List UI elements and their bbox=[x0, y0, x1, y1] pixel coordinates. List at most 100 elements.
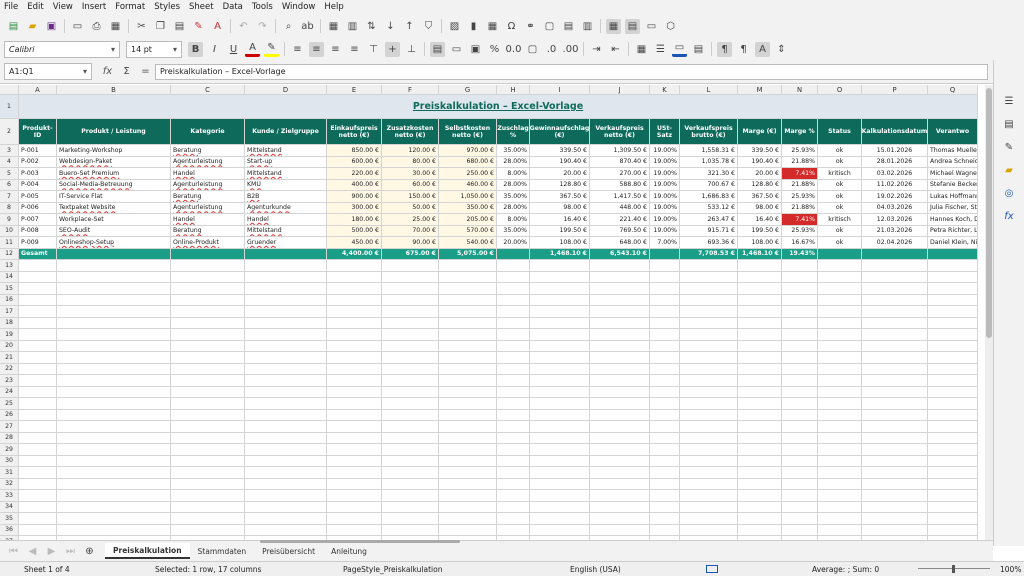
empty-cell[interactable] bbox=[382, 260, 439, 272]
row-header[interactable]: 32 bbox=[0, 478, 19, 490]
empty-cell[interactable] bbox=[928, 340, 978, 352]
table-cell[interactable]: 350.00 € bbox=[439, 202, 497, 214]
column-header[interactable]: G bbox=[439, 85, 497, 95]
menu-item-file[interactable]: File bbox=[4, 2, 18, 12]
empty-cell[interactable] bbox=[245, 444, 327, 456]
empty-cell[interactable] bbox=[171, 375, 245, 387]
empty-cell[interactable] bbox=[738, 260, 782, 272]
table-cell[interactable]: Social-Media-Betreuung bbox=[57, 179, 171, 191]
empty-cell[interactable] bbox=[862, 352, 928, 364]
empty-cell[interactable] bbox=[327, 340, 382, 352]
empty-cell[interactable] bbox=[590, 478, 650, 490]
empty-cell[interactable] bbox=[590, 260, 650, 272]
empty-cell[interactable] bbox=[439, 283, 497, 295]
table-cell[interactable]: 20.00% bbox=[497, 237, 530, 249]
empty-cell[interactable] bbox=[327, 271, 382, 283]
table-cell[interactable]: 450.00 € bbox=[327, 237, 382, 249]
empty-cell[interactable] bbox=[439, 271, 497, 283]
row-header[interactable]: 11 bbox=[0, 237, 19, 249]
empty-cell[interactable] bbox=[650, 455, 680, 467]
table-cell[interactable]: P-001 bbox=[19, 145, 57, 157]
empty-cell[interactable] bbox=[680, 386, 738, 398]
insert-chart-icon[interactable]: ▮ bbox=[466, 19, 481, 34]
empty-cell[interactable] bbox=[928, 271, 978, 283]
empty-cell[interactable] bbox=[680, 352, 738, 364]
autofilter-icon[interactable]: ⛉ bbox=[421, 19, 436, 34]
table-cell[interactable]: 25.00 € bbox=[382, 214, 439, 226]
increase-indent-icon[interactable]: ⇥ bbox=[589, 42, 604, 57]
column-header[interactable]: L bbox=[680, 85, 738, 95]
empty-cell[interactable] bbox=[171, 352, 245, 364]
empty-cell[interactable] bbox=[245, 329, 327, 341]
table-header-cell[interactable]: Produkt / Leistung bbox=[57, 119, 171, 145]
table-cell[interactable]: Agenturleistung bbox=[171, 156, 245, 168]
table-cell[interactable]: P-009 bbox=[19, 237, 57, 249]
row-header[interactable]: 5 bbox=[0, 168, 19, 180]
table-cell[interactable]: 339.50 € bbox=[738, 145, 782, 157]
table-cell[interactable]: Handel bbox=[171, 168, 245, 180]
empty-cell[interactable] bbox=[928, 317, 978, 329]
empty-cell[interactable] bbox=[497, 386, 530, 398]
empty-cell[interactable] bbox=[19, 478, 57, 490]
column-header[interactable]: F bbox=[382, 85, 439, 95]
gallery-icon[interactable]: ▰ bbox=[1002, 163, 1017, 178]
empty-cell[interactable] bbox=[862, 455, 928, 467]
empty-cell[interactable] bbox=[245, 432, 327, 444]
border-style-icon[interactable]: ☰ bbox=[653, 42, 668, 57]
table-header-cell[interactable]: Selbstkosten netto (€) bbox=[439, 119, 497, 145]
empty-cell[interactable] bbox=[171, 513, 245, 525]
empty-cell[interactable] bbox=[57, 409, 171, 421]
empty-cell[interactable] bbox=[680, 524, 738, 536]
column-header[interactable]: M bbox=[738, 85, 782, 95]
table-cell[interactable]: 7.00% bbox=[650, 237, 680, 249]
empty-cell[interactable] bbox=[530, 352, 590, 364]
empty-cell[interactable] bbox=[650, 329, 680, 341]
empty-cell[interactable] bbox=[530, 375, 590, 387]
empty-cell[interactable] bbox=[171, 340, 245, 352]
empty-cell[interactable] bbox=[782, 444, 818, 456]
empty-cell[interactable] bbox=[171, 271, 245, 283]
empty-cell[interactable] bbox=[57, 375, 171, 387]
empty-cell[interactable] bbox=[57, 294, 171, 306]
row-header[interactable]: 9 bbox=[0, 214, 19, 226]
table-cell[interactable]: 120.00 € bbox=[382, 145, 439, 157]
empty-cell[interactable] bbox=[650, 432, 680, 444]
total-cell[interactable] bbox=[171, 248, 245, 260]
table-cell[interactable]: 04.03.2026 bbox=[862, 202, 928, 214]
total-cell[interactable]: 675.00 € bbox=[382, 248, 439, 260]
menu-item-window[interactable]: Window bbox=[282, 2, 316, 12]
empty-cell[interactable] bbox=[862, 340, 928, 352]
table-header-cell[interactable]: Marge % bbox=[782, 119, 818, 145]
row-header[interactable]: 28 bbox=[0, 432, 19, 444]
table-header-cell[interactable]: Einkaufspreis netto (€) bbox=[327, 119, 382, 145]
empty-cell[interactable] bbox=[327, 283, 382, 295]
menu-item-format[interactable]: Format bbox=[115, 2, 145, 12]
undo-icon[interactable]: ↶ bbox=[236, 19, 251, 34]
table-cell[interactable]: ok bbox=[818, 191, 862, 203]
table-cell[interactable]: 35.00% bbox=[497, 145, 530, 157]
menu-item-data[interactable]: Data bbox=[223, 2, 243, 12]
status-language[interactable]: English (USA) bbox=[570, 565, 621, 574]
empty-cell[interactable] bbox=[327, 409, 382, 421]
table-cell[interactable]: Start-up bbox=[245, 156, 327, 168]
empty-cell[interactable] bbox=[19, 375, 57, 387]
total-cell[interactable] bbox=[57, 248, 171, 260]
align-bottom-icon[interactable]: ⊥ bbox=[404, 42, 419, 57]
table-cell[interactable]: 35.00% bbox=[497, 225, 530, 237]
table-cell[interactable]: 108.00 € bbox=[530, 237, 590, 249]
table-cell[interactable]: ok bbox=[818, 225, 862, 237]
empty-cell[interactable] bbox=[530, 260, 590, 272]
row-header[interactable]: 25 bbox=[0, 398, 19, 410]
table-cell[interactable]: 25.93% bbox=[782, 191, 818, 203]
empty-cell[interactable] bbox=[327, 467, 382, 479]
row-header[interactable]: 29 bbox=[0, 444, 19, 456]
empty-cell[interactable] bbox=[738, 455, 782, 467]
print-preview-icon[interactable]: ▦ bbox=[108, 19, 123, 34]
empty-cell[interactable] bbox=[680, 398, 738, 410]
empty-cell[interactable] bbox=[171, 283, 245, 295]
empty-cell[interactable] bbox=[818, 421, 862, 433]
empty-cell[interactable] bbox=[19, 363, 57, 375]
empty-cell[interactable] bbox=[738, 294, 782, 306]
empty-cell[interactable] bbox=[245, 398, 327, 410]
font-name-select[interactable]: Calibri bbox=[4, 40, 120, 58]
